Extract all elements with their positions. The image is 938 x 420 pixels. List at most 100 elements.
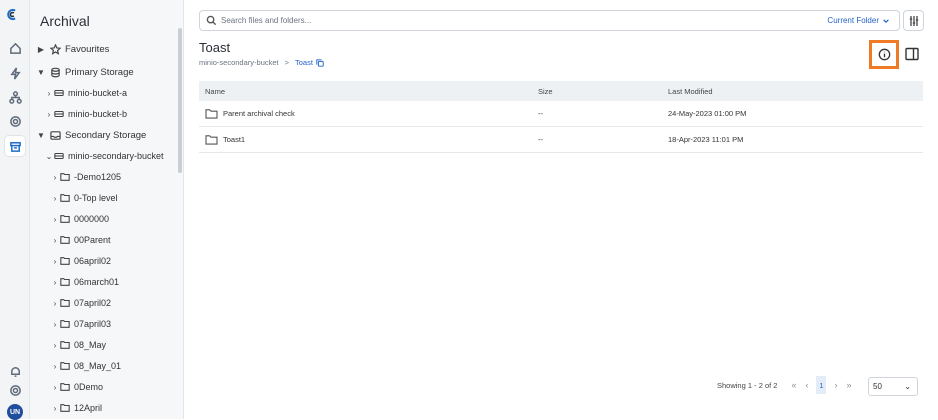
database-icon: [51, 67, 60, 77]
page-title: Toast: [199, 40, 231, 55]
tree-item-primary-storage[interactable]: ▼ Primary Storage: [36, 63, 134, 81]
gear-icon[interactable]: [5, 111, 25, 131]
folder-icon: [60, 257, 70, 265]
tree-item-folder[interactable]: › 0000000: [50, 210, 109, 228]
archive-icon[interactable]: [5, 136, 25, 156]
tree-item-label: Favourites: [65, 43, 110, 55]
search-input[interactable]: [221, 16, 781, 25]
tree-item-folder[interactable]: › 07april03: [50, 315, 111, 333]
tree-item-folder[interactable]: › 12April: [50, 399, 102, 417]
table-header: Name Size Last Modified: [199, 81, 923, 101]
chevron-down-icon[interactable]: ▼: [36, 131, 46, 140]
chevron-right-icon[interactable]: ›: [50, 299, 60, 308]
tree-item-folder[interactable]: › 08_May_01: [50, 357, 121, 375]
table-row[interactable]: Toast1 -- 18-Apr-2023 11:01 PM: [199, 127, 923, 153]
chevron-right-icon[interactable]: ›: [44, 89, 54, 98]
tree-item-favourites[interactable]: ▶ Favourites: [36, 40, 109, 58]
prev-page-button[interactable]: ‹: [800, 380, 813, 390]
bolt-icon[interactable]: [5, 63, 25, 83]
folder-icon: [60, 299, 70, 307]
folder-icon: [205, 109, 218, 119]
chevron-right-icon[interactable]: ›: [50, 362, 60, 371]
main-content: Current Folder Toast minio-secondary-buc…: [184, 0, 938, 419]
side-panel-icon: [905, 47, 919, 61]
chevron-right-icon[interactable]: ›: [50, 215, 60, 224]
chevron-right-icon[interactable]: ›: [50, 341, 60, 350]
page-number-button[interactable]: 1: [816, 376, 827, 394]
copy-icon[interactable]: [316, 58, 324, 67]
filter-settings-button[interactable]: [903, 10, 924, 31]
row-size: --: [538, 109, 543, 118]
settings-icon[interactable]: [5, 380, 25, 400]
row-name-cell[interactable]: Parent archival check: [205, 108, 295, 119]
tree-item-label: -Demo1205: [74, 172, 122, 182]
tree-item-label: 00Parent: [74, 235, 111, 245]
tree-item-label: 08_May: [74, 340, 107, 350]
col-name-header[interactable]: Name: [205, 87, 225, 96]
folder-icon: [60, 194, 70, 202]
chevron-right-icon[interactable]: ›: [50, 173, 60, 182]
tree-item-folder[interactable]: › 06april02: [50, 252, 111, 270]
toggle-panel-button[interactable]: [905, 47, 919, 61]
chevron-right-icon[interactable]: ›: [50, 404, 60, 413]
tree-item-bucket[interactable]: › minio-bucket-a: [44, 84, 127, 102]
row-name-cell[interactable]: Toast1: [205, 134, 245, 145]
tree-item-label: minio-bucket-b: [68, 109, 128, 119]
chevron-right-icon[interactable]: ›: [50, 383, 60, 392]
chevron-right-icon[interactable]: ›: [50, 236, 60, 245]
chevron-right-icon[interactable]: ▶: [36, 45, 46, 54]
chevron-right-icon[interactable]: ›: [50, 257, 60, 266]
folder-icon: [60, 320, 70, 328]
page-size-select[interactable]: 50 ⌄: [868, 377, 918, 396]
search-bar[interactable]: Current Folder: [199, 10, 900, 31]
tree-item-bucket[interactable]: ⌄ minio-secondary-bucket: [44, 147, 164, 165]
col-modified-header[interactable]: Last Modified: [668, 87, 713, 96]
chevron-right-icon[interactable]: ›: [44, 110, 54, 119]
tree-title: Archival: [40, 13, 90, 29]
tree-item-label: 06april02: [74, 256, 112, 266]
last-page-button[interactable]: »: [842, 380, 855, 390]
tree-item-folder[interactable]: › 0Demo: [50, 378, 103, 396]
breadcrumb-separator: >: [284, 58, 290, 67]
tree-item-folder[interactable]: › -Demo1205: [50, 168, 121, 186]
tree-item-folder[interactable]: › 06march01: [50, 273, 119, 291]
chevron-right-icon[interactable]: ›: [50, 278, 60, 287]
sliders-icon: [909, 15, 918, 26]
folder-icon: [60, 236, 70, 244]
avatar[interactable]: UN: [7, 404, 23, 420]
tree-item-folder[interactable]: › 07april02: [50, 294, 111, 312]
tree-item-label: 06march01: [74, 277, 120, 287]
first-page-button[interactable]: «: [787, 380, 800, 390]
tree-item-folder[interactable]: › 08_May: [50, 336, 106, 354]
current-folder-dropdown[interactable]: Current Folder: [827, 16, 890, 25]
tree-item-label: minio-secondary-bucket: [68, 151, 164, 161]
tree-item-secondary-storage[interactable]: ▼ Secondary Storage: [36, 126, 146, 144]
tree-item-label: 0-Top level: [74, 193, 118, 203]
table-row[interactable]: Parent archival check -- 24-May-2023 01:…: [199, 101, 923, 127]
chevron-down-icon[interactable]: ▼: [36, 68, 46, 77]
chevron-right-icon[interactable]: ›: [50, 194, 60, 203]
breadcrumb-current[interactable]: Toast: [295, 58, 313, 67]
search-icon: [206, 15, 217, 26]
next-page-button[interactable]: ›: [829, 380, 842, 390]
tree-item-folder[interactable]: › 0-Top level: [50, 189, 118, 207]
bell-icon[interactable]: [5, 361, 25, 381]
file-table: Name Size Last Modified Parent archival …: [199, 81, 923, 153]
tree-item-label: 12April: [74, 403, 103, 413]
tree-item-bucket[interactable]: › minio-bucket-b: [44, 105, 127, 123]
breadcrumb-root[interactable]: minio-secondary-bucket: [199, 58, 279, 67]
hierarchy-icon[interactable]: [5, 87, 25, 107]
chevron-down-icon[interactable]: ⌄: [44, 152, 54, 161]
folder-icon: [60, 341, 70, 349]
info-button[interactable]: [869, 40, 899, 69]
tree-item-label: Primary Storage: [65, 66, 134, 78]
home-icon[interactable]: [5, 38, 25, 58]
col-size-header[interactable]: Size: [538, 87, 553, 96]
folder-icon: [60, 215, 70, 223]
tree-item-folder[interactable]: › 00Parent: [50, 231, 111, 249]
folder-icon: [60, 383, 70, 391]
page-size-value: 50: [873, 382, 882, 391]
folder-icon: [60, 362, 70, 370]
tree-scrollbar[interactable]: [178, 28, 182, 173]
chevron-right-icon[interactable]: ›: [50, 320, 60, 329]
